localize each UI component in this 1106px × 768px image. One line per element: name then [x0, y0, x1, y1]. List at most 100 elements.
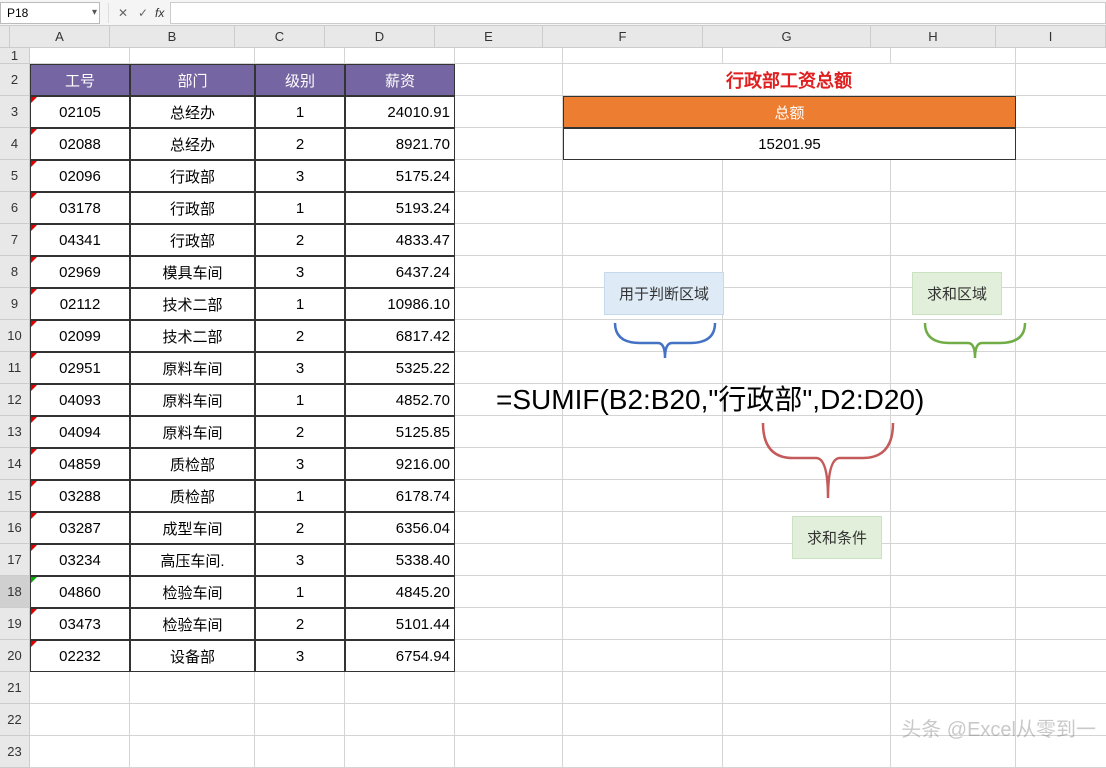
cell-D7[interactable]: 4833.47 — [345, 224, 455, 256]
cell-A16[interactable]: 03287 — [30, 512, 130, 544]
cell-E8[interactable] — [455, 256, 563, 288]
cell-B16[interactable]: 成型车间 — [130, 512, 255, 544]
cell-H17[interactable] — [891, 544, 1016, 576]
cell-F1[interactable] — [563, 48, 723, 64]
cell-D18[interactable]: 4845.20 — [345, 576, 455, 608]
cell-C19[interactable]: 2 — [255, 608, 345, 640]
column-header-D[interactable]: D — [325, 26, 435, 48]
cell-A7[interactable]: 04341 — [30, 224, 130, 256]
cell-E19[interactable] — [455, 608, 563, 640]
cell-G23[interactable] — [723, 736, 891, 768]
row-header-1[interactable]: 1 — [0, 48, 30, 64]
cell-B1[interactable] — [130, 48, 255, 64]
cell-A23[interactable] — [30, 736, 130, 768]
cell-F19[interactable] — [563, 608, 723, 640]
cell-B12[interactable]: 原料车间 — [130, 384, 255, 416]
cell-C17[interactable]: 3 — [255, 544, 345, 576]
cell-A3[interactable]: 02105 — [30, 96, 130, 128]
cell-F2[interactable]: 行政部工资总额 — [563, 64, 1016, 96]
cell-E13[interactable] — [455, 416, 563, 448]
cell-F18[interactable] — [563, 576, 723, 608]
cell-C1[interactable] — [255, 48, 345, 64]
row-header-5[interactable]: 5 — [0, 160, 30, 192]
cell-C8[interactable]: 3 — [255, 256, 345, 288]
cell-E5[interactable] — [455, 160, 563, 192]
column-header-E[interactable]: E — [435, 26, 543, 48]
cell-F3[interactable]: 总额 — [563, 96, 1016, 128]
formula-input[interactable] — [170, 2, 1106, 24]
cell-F23[interactable] — [563, 736, 723, 768]
cell-H5[interactable] — [891, 160, 1016, 192]
cell-D23[interactable] — [345, 736, 455, 768]
cell-A1[interactable] — [30, 48, 130, 64]
name-box-dropdown-icon[interactable]: ▾ — [92, 7, 97, 18]
cell-C20[interactable]: 3 — [255, 640, 345, 672]
cell-C7[interactable]: 2 — [255, 224, 345, 256]
cell-D14[interactable]: 9216.00 — [345, 448, 455, 480]
cell-F21[interactable] — [563, 672, 723, 704]
cell-G19[interactable] — [723, 608, 891, 640]
cell-D15[interactable]: 6178.74 — [345, 480, 455, 512]
cell-C10[interactable]: 2 — [255, 320, 345, 352]
cell-F13[interactable] — [563, 416, 723, 448]
cell-I17[interactable] — [1016, 544, 1106, 576]
cell-H1[interactable] — [891, 48, 1016, 64]
cell-F5[interactable] — [563, 160, 723, 192]
cell-F14[interactable] — [563, 448, 723, 480]
cancel-formula-icon[interactable]: ✕ — [113, 3, 133, 23]
cell-A5[interactable]: 02096 — [30, 160, 130, 192]
row-header-15[interactable]: 15 — [0, 480, 30, 512]
cell-G18[interactable] — [723, 576, 891, 608]
cell-B6[interactable]: 行政部 — [130, 192, 255, 224]
cell-D22[interactable] — [345, 704, 455, 736]
cell-A4[interactable]: 02088 — [30, 128, 130, 160]
cell-I5[interactable] — [1016, 160, 1106, 192]
row-header-23[interactable]: 23 — [0, 736, 30, 768]
row-header-9[interactable]: 9 — [0, 288, 30, 320]
column-header-H[interactable]: H — [871, 26, 996, 48]
cell-I21[interactable] — [1016, 672, 1106, 704]
cell-F22[interactable] — [563, 704, 723, 736]
cell-G5[interactable] — [723, 160, 891, 192]
cell-B4[interactable]: 总经办 — [130, 128, 255, 160]
cell-B13[interactable]: 原料车间 — [130, 416, 255, 448]
cell-D13[interactable]: 5125.85 — [345, 416, 455, 448]
cell-B11[interactable]: 原料车间 — [130, 352, 255, 384]
row-header-14[interactable]: 14 — [0, 448, 30, 480]
cell-G1[interactable] — [723, 48, 891, 64]
cell-F17[interactable] — [563, 544, 723, 576]
cell-D20[interactable]: 6754.94 — [345, 640, 455, 672]
cell-C5[interactable]: 3 — [255, 160, 345, 192]
column-header-A[interactable]: A — [10, 26, 110, 48]
cell-B3[interactable]: 总经办 — [130, 96, 255, 128]
cell-E15[interactable] — [455, 480, 563, 512]
cell-C11[interactable]: 3 — [255, 352, 345, 384]
row-header-2[interactable]: 2 — [0, 64, 30, 96]
cell-H7[interactable] — [891, 224, 1016, 256]
cell-A12[interactable]: 04093 — [30, 384, 130, 416]
cell-H21[interactable] — [891, 672, 1016, 704]
cell-D2[interactable]: 薪资 — [345, 64, 455, 96]
name-box[interactable]: P18 ▾ — [0, 2, 100, 24]
column-header-I[interactable]: I — [996, 26, 1106, 48]
cell-A19[interactable]: 03473 — [30, 608, 130, 640]
cell-E6[interactable] — [455, 192, 563, 224]
cell-B19[interactable]: 检验车间 — [130, 608, 255, 640]
cell-C14[interactable]: 3 — [255, 448, 345, 480]
row-header-3[interactable]: 3 — [0, 96, 30, 128]
cell-I4[interactable] — [1016, 128, 1106, 160]
cell-A17[interactable]: 03234 — [30, 544, 130, 576]
cell-A21[interactable] — [30, 672, 130, 704]
cell-F4[interactable]: 15201.95 — [563, 128, 1016, 160]
row-header-11[interactable]: 11 — [0, 352, 30, 384]
cell-D19[interactable]: 5101.44 — [345, 608, 455, 640]
row-header-8[interactable]: 8 — [0, 256, 30, 288]
cell-B2[interactable]: 部门 — [130, 64, 255, 96]
cell-D1[interactable] — [345, 48, 455, 64]
row-header-12[interactable]: 12 — [0, 384, 30, 416]
cell-E16[interactable] — [455, 512, 563, 544]
cell-I9[interactable] — [1016, 288, 1106, 320]
cell-B5[interactable]: 行政部 — [130, 160, 255, 192]
cell-C16[interactable]: 2 — [255, 512, 345, 544]
cell-H13[interactable] — [891, 416, 1016, 448]
